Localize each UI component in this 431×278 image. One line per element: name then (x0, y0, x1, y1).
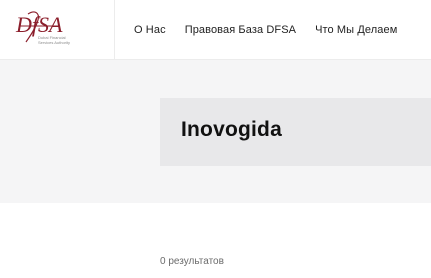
main-nav: О Нас Правовая База DFSA Что Мы Делаем (134, 0, 397, 59)
page-title: Inovogida (181, 118, 282, 141)
site-header: DfSA Dubai Financial Services Authority … (0, 0, 431, 60)
results-count: 0 результатов (160, 256, 224, 267)
dfsa-logo-icon: DfSA Dubai Financial Services Authority (15, 11, 70, 45)
logo-tagline-2: Services Authority (38, 40, 70, 45)
nav-item-about[interactable]: О Нас (134, 24, 166, 36)
dfsa-logo[interactable]: DfSA Dubai Financial Services Authority (0, 0, 115, 59)
title-box: Inovogida (160, 98, 431, 166)
logo-mark-text: DfSA (15, 12, 63, 37)
hero-band: Inovogida (0, 60, 431, 203)
nav-item-legal-framework[interactable]: Правовая База DFSA (185, 24, 296, 36)
nav-item-what-we-do[interactable]: Что Мы Делаем (315, 24, 397, 36)
page: DfSA Dubai Financial Services Authority … (0, 0, 431, 278)
